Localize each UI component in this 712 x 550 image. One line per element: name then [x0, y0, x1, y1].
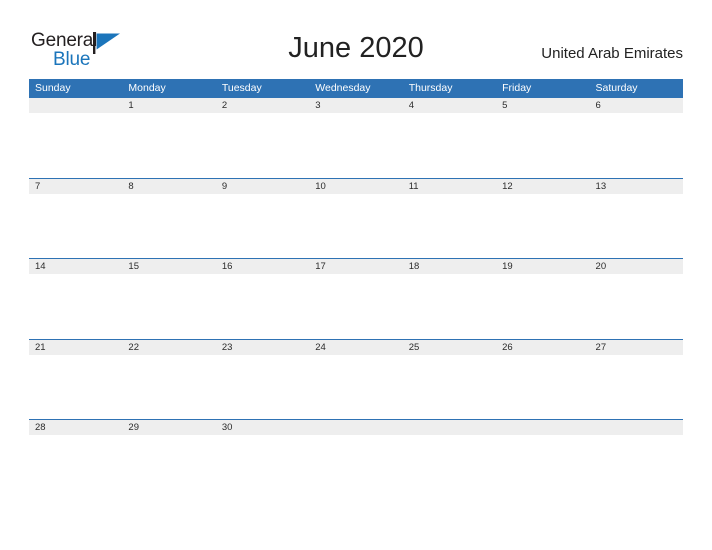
day-header-tuesday: Tuesday: [221, 82, 262, 94]
day-header-monday: Monday: [128, 82, 166, 94]
week-notes-area[interactable]: [29, 193, 683, 258]
day-header-friday: Friday: [502, 82, 532, 94]
calendar-page: General Blue June 2020 United Arab Emira…: [0, 0, 712, 550]
week-row: 7 8 9 10 11 12 13: [29, 177, 683, 259]
day-cell[interactable]: 16: [216, 259, 309, 274]
day-cell[interactable]: 19: [496, 259, 589, 274]
day-cell[interactable]: 4: [403, 98, 496, 113]
day-header-saturday: Saturday: [595, 82, 638, 94]
day-cell[interactable]: 22: [122, 340, 215, 355]
day-cell[interactable]: 8: [122, 179, 215, 194]
day-header-thursday: Thursday: [408, 82, 453, 94]
week-row: 21 22 23 24 25 26 27: [29, 338, 683, 420]
day-cell[interactable]: 25: [403, 340, 496, 355]
day-cell[interactable]: 21: [29, 340, 122, 355]
week-row: 14 15 16 17 18 19 20: [29, 258, 683, 339]
page-header: General Blue June 2020 United Arab Emira…: [0, 0, 712, 76]
day-cell[interactable]: 18: [403, 259, 496, 274]
day-cell[interactable]: 23: [216, 340, 309, 355]
day-cell[interactable]: 15: [122, 259, 215, 274]
day-cell[interactable]: 27: [590, 340, 683, 355]
day-header-wednesday: Wednesday: [315, 82, 371, 94]
day-of-week-header-row: Sunday Monday Tuesday Wednesday Thursday…: [29, 79, 683, 97]
day-cell[interactable]: [29, 98, 122, 113]
day-cell[interactable]: 26: [496, 340, 589, 355]
day-cell[interactable]: 9: [216, 179, 309, 194]
day-cell-empty: [309, 420, 402, 435]
day-cell[interactable]: 2: [216, 98, 309, 113]
day-cell[interactable]: 10: [309, 179, 402, 194]
day-header-sunday: Sunday: [35, 82, 71, 94]
day-cell[interactable]: 14: [29, 259, 122, 274]
day-cell-empty: [403, 420, 496, 435]
week-date-band: 7 8 9 10 11 12 13: [29, 178, 683, 194]
day-cell-empty: [590, 420, 683, 435]
day-cell[interactable]: 5: [496, 98, 589, 113]
day-cell[interactable]: 1: [122, 98, 215, 113]
week-date-band: 14 15 16 17 18 19 20: [29, 259, 683, 274]
day-cell[interactable]: 17: [309, 259, 402, 274]
week-date-band: 1 2 3 4 5 6: [29, 98, 683, 113]
week-notes-area[interactable]: [29, 113, 683, 177]
week-notes-area[interactable]: [29, 354, 683, 419]
day-cell[interactable]: 6: [590, 98, 683, 113]
day-cell[interactable]: 13: [590, 179, 683, 194]
week-row: 28 29 30: [29, 419, 683, 500]
country-label: United Arab Emirates: [541, 45, 683, 62]
day-cell[interactable]: 20: [590, 259, 683, 274]
day-cell[interactable]: 29: [122, 420, 215, 435]
week-notes-area[interactable]: [29, 274, 683, 338]
week-date-band: 28 29 30: [29, 420, 683, 435]
day-cell[interactable]: 24: [309, 340, 402, 355]
week-row: 1 2 3 4 5 6: [29, 97, 683, 178]
week-notes-area[interactable]: [29, 435, 683, 499]
day-cell[interactable]: 3: [309, 98, 402, 113]
day-cell[interactable]: 30: [216, 420, 309, 435]
day-cell[interactable]: 28: [29, 420, 122, 435]
week-date-band: 21 22 23 24 25 26 27: [29, 339, 683, 355]
day-cell[interactable]: 11: [403, 179, 496, 194]
day-cell-empty: [496, 420, 589, 435]
day-cell[interactable]: 12: [496, 179, 589, 194]
day-cell[interactable]: 7: [29, 179, 122, 194]
calendar-grid: Sunday Monday Tuesday Wednesday Thursday…: [29, 79, 683, 500]
